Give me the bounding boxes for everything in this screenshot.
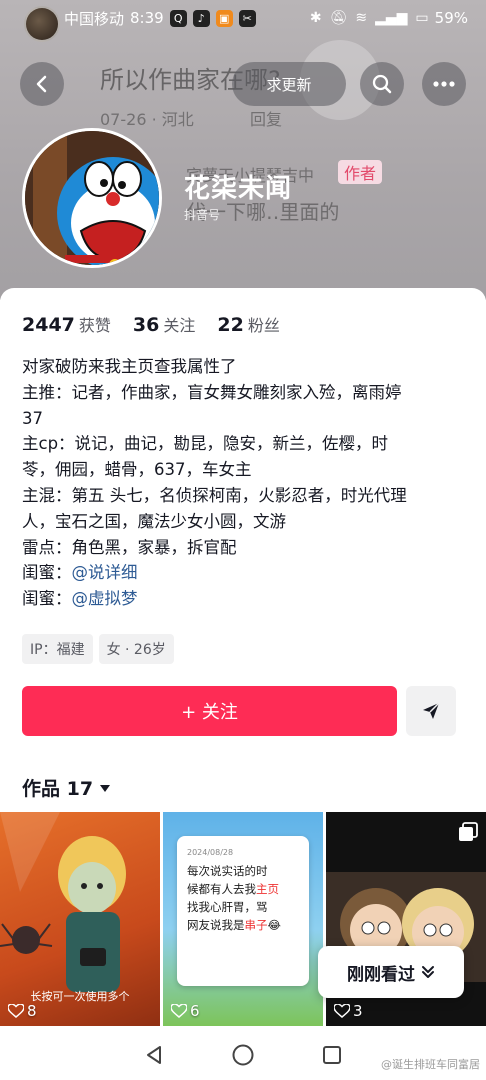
note-header: 2024/08/28 — [187, 848, 234, 857]
like-count-value: 6 — [190, 1002, 200, 1020]
gender-age-tag: 女 · 26岁 — [98, 634, 174, 664]
stat-followers-label: 粉丝 — [247, 316, 280, 335]
stat-following[interactable]: 36 关注 — [133, 312, 195, 336]
profile-card: 2447 获赞 36 关注 22 粉丝 对家破防来我主页查我属性了 主推：记者，作曲家… — [0, 288, 486, 1080]
tiktok-icon: ♪ — [192, 9, 210, 27]
works-tab[interactable]: 作品 17 — [22, 774, 111, 801]
app-icon: ▣ — [215, 9, 233, 27]
carrier-label: 中国移动 — [64, 9, 125, 28]
post-screenshot-note: 2024/08/28 每次说实话的时 候都有人去我主页 找我心肝胃，骂 网友说我… — [177, 836, 309, 986]
like-count-value: 3 — [353, 1002, 363, 1020]
heart-icon — [171, 1004, 187, 1018]
nav-back-icon[interactable] — [143, 1044, 165, 1066]
like-count-value: 8 — [27, 1002, 37, 1020]
wifi-icon: ≋ — [355, 10, 368, 26]
like-count: 6 — [171, 1002, 200, 1020]
nav-recents-icon[interactable] — [321, 1044, 343, 1066]
recent-label: 刚刚看过 — [347, 964, 415, 985]
back-button[interactable] — [20, 62, 64, 106]
note-highlight: 主页 — [256, 882, 279, 896]
stat-followers[interactable]: 22 粉丝 — [217, 312, 279, 336]
more-button[interactable] — [422, 62, 466, 106]
note-text: 网友说我是 — [187, 918, 245, 932]
doraemon-avatar-image — [25, 131, 159, 265]
bio-line: 苓，佣园，蜡骨，637，车女主 — [22, 460, 252, 480]
nav-home-icon[interactable] — [231, 1043, 255, 1067]
profile-stats: 2447 获赞 36 关注 22 粉丝 — [22, 312, 280, 336]
request-update-button[interactable]: 求更新 — [232, 62, 346, 106]
ip-location-tag: IP：福建 — [22, 634, 93, 664]
douyin-id-label[interactable]: 抖音号 — [184, 206, 220, 223]
bio-line: 主混：第五 头七，名侦探柯南，火影忍者，时光代理 — [22, 485, 407, 505]
like-count: 3 — [334, 1002, 363, 1020]
multi-image-icon — [458, 822, 478, 846]
note-highlight: 串子 — [244, 918, 268, 932]
profile-bio: 对家破防来我主页查我属性了 主推：记者，作曲家，盲女舞女雕刻家入殓，离雨婷 37… — [22, 354, 472, 612]
clock: 8:39 — [130, 9, 164, 27]
battery-level: 59% — [434, 9, 468, 27]
qq-icon: Q — [169, 9, 187, 27]
bff-label: 闺蜜： — [22, 589, 72, 609]
bff-mention-link[interactable]: @虚拟梦 — [72, 589, 138, 608]
profile-tags: IP：福建 女 · 26岁 — [22, 634, 174, 664]
caret-down-icon — [100, 784, 111, 792]
bio-line: 雷点：角色黑，家暴，拆官配 — [22, 537, 237, 557]
stat-likes-count: 2447 — [22, 314, 75, 336]
bff-label: 闺蜜： — [22, 563, 72, 583]
video-thumbnail[interactable]: 长按可一次使用多个 8 — [0, 812, 160, 1026]
heart-icon — [334, 1004, 350, 1018]
bio-bff-line: 闺蜜：@说详细 — [22, 560, 472, 586]
recently-viewed-button[interactable]: 刚刚看过 — [318, 946, 464, 998]
status-bar: 中国移动 8:39 Q ♪ ▣ ✂ ✱ 🔕︎ ≋ ▂▄▆ ▭ 59% — [0, 0, 486, 36]
follow-button[interactable]: + 关注 — [22, 686, 397, 736]
stat-following-count: 36 — [132, 314, 160, 336]
back-arrow-icon — [36, 75, 47, 93]
search-button[interactable] — [360, 62, 404, 106]
bg-comment-meta: 07-26 · 河北 — [100, 110, 194, 129]
heart-icon — [8, 1004, 24, 1018]
double-chevron-down-icon — [422, 966, 434, 978]
signal-icon: ▂▄▆ — [375, 10, 408, 26]
like-count: 8 — [8, 1002, 37, 1020]
bluetooth-icon: ✱ — [309, 10, 322, 26]
capcut-icon: ✂ — [238, 9, 256, 27]
video-thumbnail[interactable]: 2024/08/28 每次说实话的时 候都有人去我主页 找我心肝胃，骂 网友说我… — [163, 812, 323, 1026]
bio-line: 主推：记者，作曲家，盲女舞女雕刻家入殓，离雨婷 — [22, 382, 402, 402]
bff-mention-link[interactable]: @说详细 — [72, 563, 138, 582]
works-label: 作品 17 — [22, 778, 94, 800]
follow-label: + 关注 — [181, 702, 238, 723]
profile-avatar[interactable] — [22, 128, 162, 268]
bio-line: 37 — [22, 408, 43, 428]
weibo-watermark: @诞生排班车同富居 — [381, 1058, 480, 1071]
stat-followers-count: 22 — [217, 314, 244, 336]
stat-likes-label: 获赞 — [78, 316, 111, 335]
search-icon — [372, 74, 392, 94]
send-icon — [423, 702, 440, 719]
share-button[interactable] — [406, 686, 456, 736]
note-text: 每次说实话的时 — [187, 864, 268, 878]
stat-likes[interactable]: 2447 获赞 — [22, 312, 111, 336]
bio-line: 人，宝石之国，魔法少女小圆，文游 — [22, 511, 286, 531]
stat-following-label: 关注 — [163, 316, 196, 335]
note-text: 候都有人去我 — [187, 882, 256, 896]
mute-icon: 🔕︎ — [329, 10, 348, 26]
update-label: 求更新 — [266, 75, 312, 94]
bio-line: 对家破防来我主页查我属性了 — [22, 357, 237, 376]
bio-bff-line: 闺蜜：@虚拟梦 — [22, 586, 472, 612]
profile-name: 花柒未闻 — [184, 174, 293, 204]
bg-comment-reply: 回复 — [250, 110, 283, 129]
bg-author-badge: 作者 — [338, 160, 383, 184]
more-icon — [433, 81, 455, 87]
system-nav-bar — [0, 1030, 486, 1080]
note-text: 找我心肝胃，骂 — [187, 900, 268, 914]
bio-line: 主cp：说记，曲记，勘昆，隐安，新兰，佐樱，时 — [22, 434, 389, 454]
battery-icon: ▭ — [415, 10, 429, 26]
